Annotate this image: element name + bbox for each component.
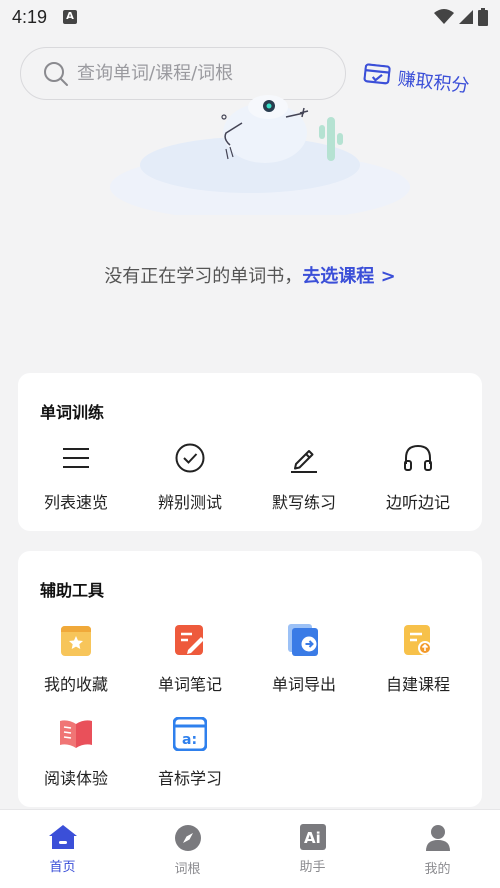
phonetic-learning-button[interactable]: a: 音标学习 — [132, 713, 248, 789]
empty-state-message: 没有正在学习的单词书，去选课程 > — [0, 262, 500, 288]
svg-text:a:: a: — [182, 732, 197, 748]
empty-state-text: 没有正在学习的单词书， — [104, 266, 303, 287]
status-time: 4:19 — [12, 6, 48, 27]
tab-home-label: 首页 — [49, 860, 76, 875]
discrimination-test-button[interactable]: 辨别测试 — [132, 437, 248, 513]
credit-card-check-icon — [363, 63, 391, 85]
star-bookmark-icon — [61, 626, 91, 656]
bottom-tab-bar: 首页 词根 Ai 助手 我的 — [0, 809, 500, 888]
listen-memorize-label: 边听边记 — [385, 493, 450, 512]
reading-experience-button[interactable]: 阅读体验 — [18, 713, 134, 789]
tab-assistant[interactable]: Ai 助手 — [250, 810, 375, 888]
search-input[interactable] — [77, 63, 317, 84]
earn-points-label: 赚取积分 — [396, 68, 471, 98]
empty-illustration — [110, 95, 410, 215]
status-bar: 4:19 A — [0, 0, 500, 34]
tab-home[interactable]: 首页 — [0, 810, 125, 888]
battery-icon — [478, 8, 488, 26]
word-notes-label: 单词笔记 — [157, 675, 222, 694]
app-indicator-icon: A — [63, 10, 78, 24]
status-icons — [434, 8, 488, 26]
search-icon — [44, 61, 68, 86]
tab-roots-label: 词根 — [174, 862, 201, 877]
search-bar[interactable] — [20, 47, 346, 100]
tools-title: 辅助工具 — [40, 581, 105, 600]
custom-course-label: 自建课程 — [385, 675, 450, 694]
list-overview-button[interactable]: 列表速览 — [18, 437, 134, 513]
word-training-card: 单词训练 列表速览 辨别测试 默写练习 边听边记 — [18, 373, 482, 531]
word-export-button[interactable]: 单词导出 — [246, 619, 362, 695]
discrimination-test-label: 辨别测试 — [157, 493, 222, 512]
signal-icon — [459, 10, 473, 24]
ai-icon: Ai — [299, 824, 326, 850]
phonetic-icon: a: — [173, 717, 207, 751]
user-icon — [425, 825, 450, 851]
tools-card: 辅助工具 我的收藏 单词笔记 单词导出 自建课程 阅读体验 a: 音标学习 — [18, 551, 482, 807]
home-icon — [48, 825, 77, 849]
word-export-label: 单词导出 — [271, 675, 336, 694]
note-edit-icon — [175, 625, 204, 655]
svg-text:Ai: Ai — [304, 829, 321, 847]
word-training-title: 单词训练 — [40, 403, 105, 422]
wifi-icon — [434, 9, 454, 24]
export-icon — [288, 624, 318, 656]
check-circle-icon — [175, 443, 205, 473]
dictation-practice-label: 默写练习 — [271, 493, 336, 512]
tab-assistant-label: 助手 — [299, 860, 326, 875]
tab-mine[interactable]: 我的 — [375, 810, 500, 888]
reading-experience-label: 阅读体验 — [43, 769, 108, 788]
phonetic-learning-label: 音标学习 — [157, 769, 222, 788]
compass-icon — [174, 825, 201, 851]
dictation-practice-button[interactable]: 默写练习 — [246, 437, 362, 513]
tab-mine-label: 我的 — [424, 862, 451, 877]
listen-memorize-button[interactable]: 边听边记 — [360, 437, 476, 513]
custom-course-icon — [404, 625, 432, 655]
my-favorites-label: 我的收藏 — [43, 675, 108, 694]
headphones-icon — [404, 444, 432, 471]
list-icon — [63, 448, 89, 468]
word-notes-button[interactable]: 单词笔记 — [132, 619, 248, 695]
open-book-icon — [60, 720, 92, 748]
tab-roots[interactable]: 词根 — [125, 810, 250, 888]
custom-course-button[interactable]: 自建课程 — [360, 619, 476, 695]
list-overview-label: 列表速览 — [43, 493, 108, 512]
pencil-icon — [291, 450, 317, 473]
my-favorites-button[interactable]: 我的收藏 — [18, 619, 134, 695]
choose-course-link[interactable]: 去选课程 > — [302, 266, 395, 287]
